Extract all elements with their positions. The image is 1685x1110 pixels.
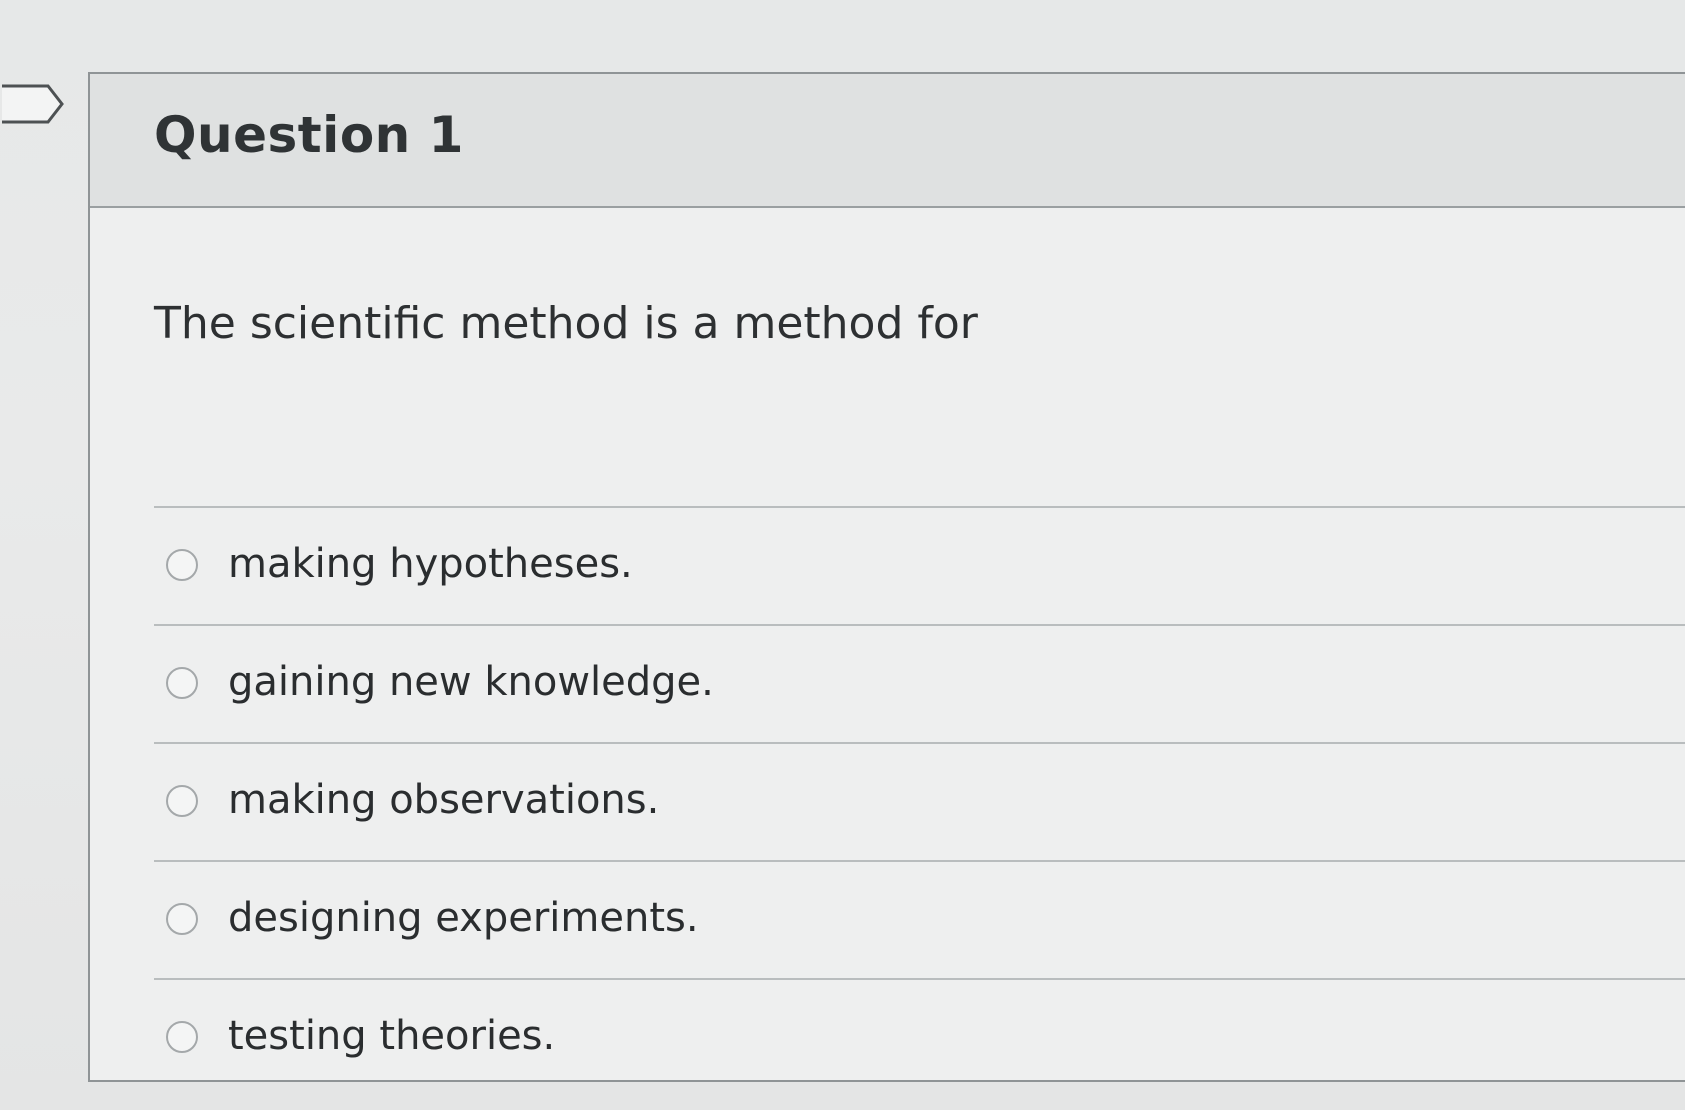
answer-label[interactable]: making observations. bbox=[228, 777, 659, 823]
question-title: Question 1 bbox=[154, 106, 464, 164]
question-prompt: The scientific method is a method for bbox=[154, 298, 978, 349]
answer-option[interactable]: gaining new knowledge. bbox=[154, 626, 1685, 742]
answer-option[interactable]: testing theories. bbox=[154, 980, 1685, 1096]
radio-unselected-icon[interactable] bbox=[166, 903, 198, 935]
answer-option[interactable]: making hypotheses. bbox=[154, 508, 1685, 624]
answer-list: making hypotheses. gaining new knowledge… bbox=[154, 506, 1685, 1096]
answer-label[interactable]: gaining new knowledge. bbox=[228, 659, 714, 705]
answer-option[interactable]: designing experiments. bbox=[154, 862, 1685, 978]
radio-unselected-icon[interactable] bbox=[166, 667, 198, 699]
answer-label[interactable]: designing experiments. bbox=[228, 895, 699, 941]
answer-label[interactable]: making hypotheses. bbox=[228, 541, 633, 587]
radio-unselected-icon[interactable] bbox=[166, 549, 198, 581]
radio-unselected-icon[interactable] bbox=[166, 1021, 198, 1053]
question-header: Question 1 bbox=[90, 74, 1685, 208]
question-card: Question 1 The scientific method is a me… bbox=[88, 72, 1685, 1082]
answer-option[interactable]: making observations. bbox=[154, 744, 1685, 860]
bookmark-flag-icon[interactable] bbox=[0, 82, 66, 126]
question-body: The scientific method is a method for ma… bbox=[90, 208, 1685, 1080]
radio-unselected-icon[interactable] bbox=[166, 785, 198, 817]
answer-label[interactable]: testing theories. bbox=[228, 1013, 555, 1059]
